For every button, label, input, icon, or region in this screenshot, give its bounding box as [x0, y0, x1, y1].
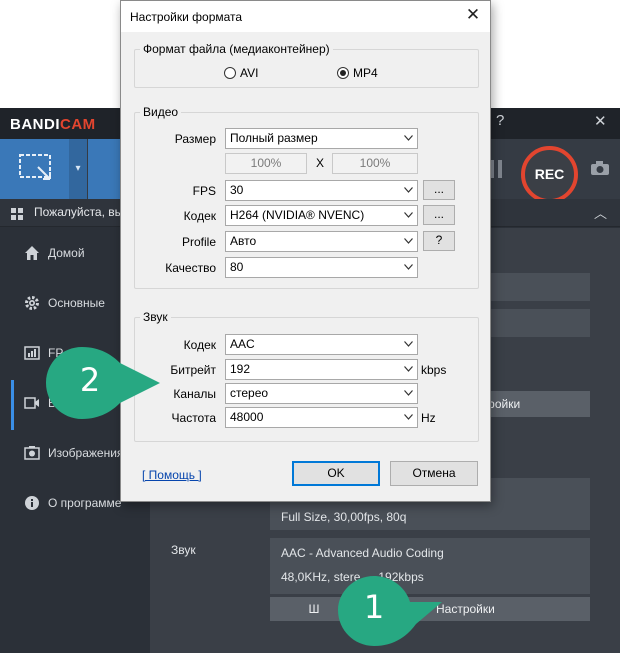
width-percent-field[interactable]: 100%	[225, 153, 307, 174]
sidebar-item-label: О программе	[48, 496, 122, 510]
radio-mp4-label: MP4	[353, 66, 378, 80]
height-percent-field[interactable]: 100%	[332, 153, 418, 174]
home-icon	[25, 246, 39, 260]
gear-icon	[25, 296, 39, 310]
chevron-down-icon	[404, 212, 413, 218]
chevron-down-icon	[404, 238, 413, 244]
callout-1-number: 1	[363, 588, 385, 626]
rec-button[interactable]: REC	[521, 146, 578, 203]
dialog-titlebar: Настройки формата ✕	[121, 1, 490, 32]
screen-mode-button[interactable]	[0, 139, 69, 199]
image-icon	[24, 446, 40, 460]
codec-value: H264 (NVIDIA® NVENC)	[230, 208, 365, 222]
sidebar-item-label: Изображения	[48, 446, 124, 460]
chevron-down-icon	[404, 135, 413, 141]
size-separator: X	[315, 156, 324, 170]
pause-icon[interactable]	[490, 160, 512, 180]
bandicam-logo: BANDICAM	[10, 116, 96, 133]
codec-label: Кодек	[183, 209, 216, 223]
profile-label: Profile	[181, 235, 216, 249]
grid-icon	[11, 208, 23, 220]
fps-more-button[interactable]: ...	[423, 180, 455, 200]
chevron-down-icon	[404, 187, 413, 193]
fps-label: FPS	[192, 184, 216, 198]
channels-value: стерео	[230, 386, 269, 400]
size-label: Размер	[174, 132, 216, 146]
radio-mp4-circle	[337, 67, 349, 79]
chevron-down-icon	[404, 264, 413, 270]
mode-dropdown-arrow[interactable]: ▾	[69, 139, 87, 199]
callout-2: 2	[44, 345, 164, 421]
frequency-unit: Hz	[421, 411, 436, 425]
radio-avi-label: AVI	[240, 66, 259, 80]
help-link[interactable]: [ Помощь ]	[142, 468, 202, 482]
close-icon[interactable]: ✕	[594, 112, 607, 130]
frequency-value: 48000	[230, 410, 264, 424]
sound-section-label: Звук	[171, 543, 196, 557]
profile-value: Авто	[230, 234, 257, 248]
audio-codec-value: AAC	[230, 337, 255, 351]
bitrate-combo[interactable]: 192	[225, 359, 418, 380]
chevron-up-icon[interactable]: ︿	[594, 203, 607, 222]
video-icon	[24, 397, 39, 409]
chevron-down-icon	[404, 341, 413, 347]
screen-record-icon	[19, 154, 51, 180]
fps-value: 30	[230, 183, 244, 197]
profile-combo[interactable]: Авто	[225, 231, 418, 252]
fps-icon	[24, 346, 40, 360]
quality-combo[interactable]: 80	[225, 257, 418, 278]
cancel-button[interactable]: Отмена	[390, 461, 478, 486]
size-value: Полный размер	[230, 131, 318, 145]
frequency-combo[interactable]: 48000	[225, 407, 418, 428]
quality-value: 80	[230, 260, 244, 274]
chevron-down-icon	[404, 366, 413, 372]
camera-icon[interactable]	[590, 160, 612, 178]
chevron-down-icon	[404, 390, 413, 396]
sound-codec-line: AAC - Advanced Audio Coding	[281, 546, 444, 560]
codec-combo[interactable]: H264 (NVIDIA® NVENC)	[225, 205, 418, 226]
profile-help-button[interactable]: ?	[423, 231, 455, 251]
info-text: Пожалуйста, вы	[34, 205, 124, 219]
ok-button[interactable]: OK	[292, 461, 380, 486]
chevron-down-icon	[404, 414, 413, 420]
close-icon[interactable]: ✕	[463, 5, 483, 25]
codec-more-button[interactable]: ...	[423, 205, 455, 225]
callout-1: 1	[320, 572, 444, 648]
sidebar-item-label: Домой	[48, 246, 85, 260]
callout-2-number: 2	[79, 361, 101, 399]
container-group-title: Формат файла (медиаконтейнер)	[140, 42, 333, 56]
radio-avi-circle	[224, 67, 236, 79]
sidebar-item-label: Основные	[48, 296, 105, 310]
radio-avi[interactable]: AVI	[224, 66, 258, 80]
audio-codec-combo[interactable]: AAC	[225, 334, 418, 355]
game-mode-button[interactable]	[88, 139, 122, 199]
size-combo[interactable]: Полный размер	[225, 128, 418, 149]
info-icon	[25, 496, 39, 510]
fps-combo[interactable]: 30	[225, 180, 418, 201]
bitrate-unit: kbps	[421, 363, 447, 377]
format-settings-dialog: Настройки формата ✕ Формат файла (медиак…	[120, 0, 491, 502]
audio-group-title: Звук	[140, 310, 171, 324]
video-format-line: Full Size, 30,00fps, 80q	[281, 510, 407, 524]
video-group-title: Видео	[140, 105, 182, 119]
quality-label: Качество	[165, 261, 216, 275]
bitrate-value: 192	[230, 362, 251, 376]
dialog-title: Настройки формата	[130, 10, 243, 24]
channels-combo[interactable]: стерео	[225, 383, 418, 404]
radio-mp4[interactable]: MP4	[337, 66, 378, 80]
help-icon[interactable]: ?	[496, 112, 504, 129]
